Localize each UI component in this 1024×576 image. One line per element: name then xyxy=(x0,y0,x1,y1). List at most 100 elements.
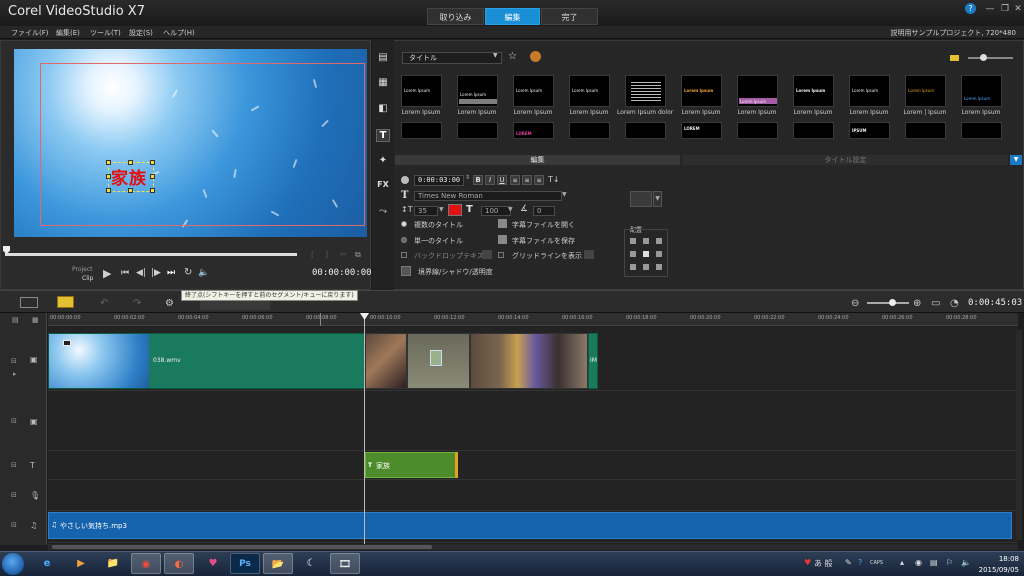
title-preset-thumb[interactable]: Lorem Ipsum xyxy=(793,75,834,107)
next-frame-icon[interactable]: |▶ xyxy=(151,268,161,278)
grid-settings-icon[interactable] xyxy=(584,250,594,259)
collapse-options-icon[interactable]: ▼ xyxy=(1010,155,1022,165)
italic-button[interactable]: I xyxy=(485,175,495,185)
line-spacing-field[interactable]: 100 xyxy=(481,206,511,216)
title-preset-thumb[interactable] xyxy=(401,122,442,139)
taskbar-videostudio-icon[interactable]: 🎞 xyxy=(330,553,360,574)
preview-timecode[interactable]: 00:00:00:00 xyxy=(312,268,372,278)
tray-app-icon[interactable]: ◉ xyxy=(915,558,922,567)
title-preset-thumb[interactable]: Lorem Ipsum xyxy=(737,75,778,107)
title-preset-thumb[interactable] xyxy=(457,122,498,139)
music-clip[interactable] xyxy=(48,512,1012,539)
show-grid-checkbox[interactable] xyxy=(498,252,504,258)
track-visibility-icon[interactable]: ⊟ xyxy=(11,417,17,425)
track-visibility-icon[interactable]: ⊟ xyxy=(11,357,17,365)
title-preset-thumb[interactable] xyxy=(793,122,834,139)
transition-icon[interactable]: ◧ xyxy=(376,103,390,116)
chevron-down-icon[interactable]: ▼ xyxy=(493,52,498,59)
single-title-radio[interactable] xyxy=(401,237,407,243)
chevron-down-icon[interactable]: ▼ xyxy=(562,191,567,198)
menu-file[interactable]: ファイル(F) xyxy=(11,28,49,38)
font-color-swatch[interactable] xyxy=(448,204,462,216)
title-preset-thumb[interactable] xyxy=(961,122,1002,139)
graphic-icon[interactable]: ✦ xyxy=(376,155,390,168)
title-preset-thumb[interactable]: Lorem Ipsum xyxy=(513,75,554,107)
redo-icon[interactable]: ↷ xyxy=(133,298,141,309)
show-grid-label[interactable]: グリッドラインを表示 xyxy=(512,251,582,261)
preset-style-box[interactable] xyxy=(630,191,652,207)
taskbar-media-player-icon[interactable]: ▶ xyxy=(66,553,96,574)
taskbar-ie-icon[interactable]: e xyxy=(32,553,62,574)
add-to-favorites-icon[interactable]: ☆ xyxy=(508,51,517,62)
instant-project-icon[interactable]: ▦ xyxy=(376,77,390,90)
media-icon[interactable]: ▤ xyxy=(376,52,390,65)
align-left-icon[interactable]: ≡ xyxy=(510,175,520,185)
border-shadow-icon[interactable] xyxy=(401,266,411,276)
chevron-down-icon[interactable]: ▼ xyxy=(439,206,444,213)
bold-button[interactable]: B xyxy=(473,175,483,185)
title-preset-thumb[interactable] xyxy=(569,122,610,139)
underline-button[interactable]: U xyxy=(497,175,507,185)
tab-title-settings[interactable]: タイトル設定 xyxy=(683,155,1008,165)
filter-icon[interactable]: FX xyxy=(376,180,390,193)
thumbnail-size-slider[interactable] xyxy=(968,57,1013,59)
title-preset-thumb[interactable]: Lorem Ipsum xyxy=(401,75,442,107)
mode-project-label[interactable]: Project xyxy=(72,266,93,273)
multi-title-radio[interactable] xyxy=(401,221,407,227)
start-button[interactable] xyxy=(2,553,24,575)
taskbar-explorer-icon[interactable]: 📁 xyxy=(98,553,128,574)
tray-expand-icon[interactable]: ▴ xyxy=(900,558,904,567)
zoom-in-icon[interactable]: ⊕ xyxy=(913,298,921,309)
zoom-slider-knob[interactable] xyxy=(889,299,896,306)
preview-scrub-bar[interactable] xyxy=(5,253,297,256)
font-size-field[interactable]: 35 xyxy=(414,206,438,216)
single-title-label[interactable]: 単一のタイトル xyxy=(414,236,463,246)
taskbar-photoshop-icon[interactable]: Ps xyxy=(230,553,260,574)
minimize-icon[interactable]: — xyxy=(983,3,997,15)
taskbar-app-icon[interactable]: ♥ xyxy=(198,553,228,574)
fit-project-icon[interactable]: ▭ xyxy=(931,298,940,309)
volume-icon[interactable]: 🔈 xyxy=(198,268,209,278)
maximize-icon[interactable]: ❐ xyxy=(998,3,1012,15)
photo-clip[interactable] xyxy=(365,333,407,389)
track-visibility-icon[interactable]: ⊟ xyxy=(11,491,17,499)
mark-in-icon[interactable]: [ xyxy=(311,250,314,259)
thumbnail-size-knob[interactable] xyxy=(980,54,987,61)
menu-tools[interactable]: ツール(T) xyxy=(90,28,121,38)
save-subtitle-icon[interactable] xyxy=(498,235,507,244)
title-preset-thumb[interactable]: Lorem Ipsum xyxy=(961,75,1002,107)
record-capture-icon[interactable]: ⚙ xyxy=(165,298,174,309)
overlay-track[interactable] xyxy=(48,391,1018,451)
preview-title-text[interactable]: 家族 xyxy=(111,164,147,189)
tab-edit[interactable]: 編集 xyxy=(395,155,680,165)
alignment-grid[interactable] xyxy=(624,229,668,277)
title-preset-thumb[interactable]: Lorem Ipsum xyxy=(457,75,498,107)
title-preset-thumb[interactable]: LOREM xyxy=(513,122,554,139)
tray-app-icon[interactable]: ♥ xyxy=(804,558,811,567)
volume-tray-icon[interactable]: 🔈 xyxy=(961,558,971,567)
clock-date[interactable]: 2015/09/05 xyxy=(973,566,1019,574)
timeline-scrollbar[interactable] xyxy=(52,545,432,549)
end-icon[interactable]: ⏭ xyxy=(167,268,175,278)
storyboard-view-icon[interactable] xyxy=(20,297,38,308)
align-center-icon[interactable]: ≡ xyxy=(522,175,532,185)
view-options-icon[interactable] xyxy=(950,55,959,61)
enlarge-preview-icon[interactable]: ⧉ xyxy=(355,250,361,260)
timeline-view-icon[interactable] xyxy=(57,296,74,308)
save-subtitle-label[interactable]: 字幕ファイルを保存 xyxy=(512,236,575,246)
chevron-down-icon[interactable]: ▼ xyxy=(653,191,662,207)
title-track[interactable] xyxy=(48,451,1018,480)
network-icon[interactable]: ▤ xyxy=(930,558,938,567)
menu-help[interactable]: ヘルプ(H) xyxy=(163,28,195,38)
photo-clip[interactable] xyxy=(470,333,588,389)
align-right-icon[interactable]: ≡ xyxy=(534,175,544,185)
step-tab-edit[interactable]: 編集 xyxy=(485,8,540,25)
title-preset-thumb[interactable]: Lorem Ipsum xyxy=(905,75,946,107)
title-icon[interactable]: T xyxy=(376,129,390,142)
title-preset-thumb[interactable]: Lorem Ipsum xyxy=(569,75,610,107)
ime-indicator[interactable]: あ 般 xyxy=(814,558,833,569)
repeat-icon[interactable]: ↻ xyxy=(184,267,192,278)
taskbar-chrome-icon[interactable]: ◉ xyxy=(131,553,161,574)
multi-title-label[interactable]: 複数のタイトル xyxy=(414,220,463,230)
split-clip-icon[interactable]: ✂ xyxy=(340,250,347,259)
